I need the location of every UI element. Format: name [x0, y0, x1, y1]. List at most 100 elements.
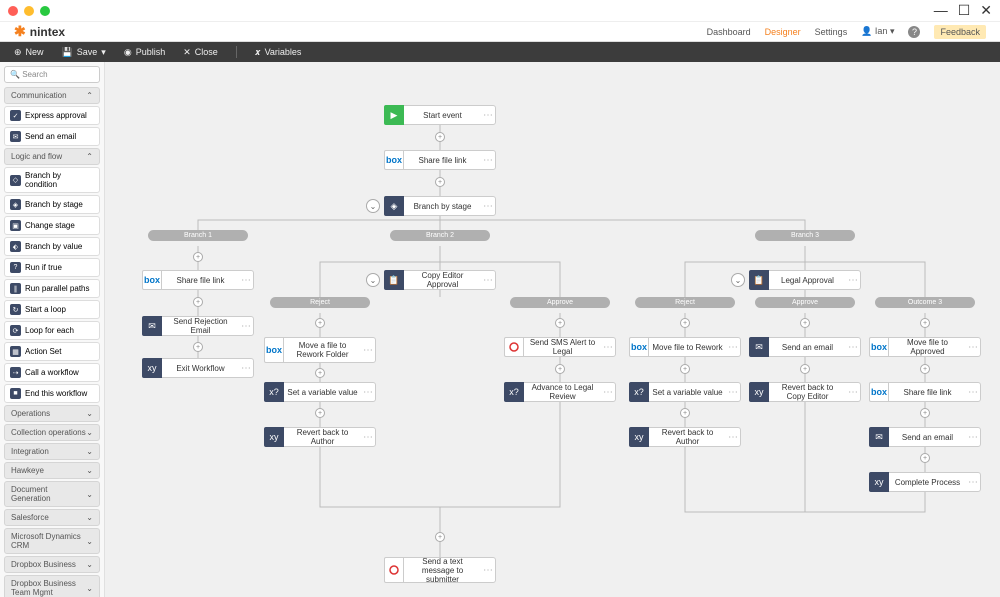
action-end-workflow[interactable]: ■End this workflow [4, 384, 100, 403]
nav-dashboard[interactable]: Dashboard [707, 27, 751, 37]
action-branch-stage[interactable]: ◈Branch by stage [4, 195, 100, 214]
connector-dot[interactable]: + [800, 364, 810, 374]
node-advance-legal[interactable]: x?Advance to Legal Review⋯ [504, 382, 616, 402]
action-change-stage[interactable]: ▣Change stage [4, 216, 100, 235]
node-share-link-b1[interactable]: boxShare file link⋯ [142, 270, 254, 290]
node-exit-workflow[interactable]: xyExit Workflow⋯ [142, 358, 254, 378]
branch-approve[interactable]: Approve [510, 297, 610, 308]
category-docgen[interactable]: Document Generation⌄ [4, 481, 100, 507]
drag-icon[interactable]: ⋯ [846, 275, 860, 286]
node-set-var2[interactable]: x?Set a variable value⋯ [629, 382, 741, 402]
connector-dot[interactable]: + [315, 368, 325, 378]
close-traffic-icon[interactable] [8, 6, 18, 16]
connector-dot[interactable]: + [193, 297, 203, 307]
category-integration[interactable]: Integration⌄ [4, 443, 100, 460]
drag-icon[interactable]: ⋯ [966, 387, 980, 398]
node-copy-editor[interactable]: 📋Copy Editor Approval⋯ [384, 270, 496, 290]
connector-dot[interactable]: + [920, 408, 930, 418]
node-rejection-email[interactable]: ✉Send Rejection Email⋯ [142, 316, 254, 336]
action-loop-each[interactable]: ⟳Loop for each [4, 321, 100, 340]
drag-icon[interactable]: ⋯ [481, 110, 495, 121]
connector-dot[interactable]: + [680, 318, 690, 328]
category-msdyn[interactable]: Microsoft Dynamics CRM⌄ [4, 528, 100, 554]
category-hawkeye[interactable]: Hawkeye⌄ [4, 462, 100, 479]
drag-icon[interactable]: ⋯ [481, 275, 495, 286]
drag-icon[interactable]: ⋯ [601, 342, 615, 353]
node-set-var[interactable]: x?Set a variable value⋯ [264, 382, 376, 402]
branch-reject-2[interactable]: Reject [635, 297, 735, 308]
category-operations[interactable]: Operations⌄ [4, 405, 100, 422]
branch-approve-2[interactable]: Approve [755, 297, 855, 308]
drag-icon[interactable]: ⋯ [239, 275, 253, 286]
node-share-link2[interactable]: boxShare file link⋯ [869, 382, 981, 402]
node-share-link[interactable]: boxShare file link⋯ [384, 150, 496, 170]
drag-icon[interactable]: ⋯ [361, 345, 375, 356]
drag-icon[interactable]: ⋯ [726, 342, 740, 353]
connector-dot[interactable]: + [555, 318, 565, 328]
connector-dot[interactable]: + [920, 364, 930, 374]
drag-icon[interactable]: ⋯ [239, 363, 253, 374]
branch-reject[interactable]: Reject [270, 297, 370, 308]
search-input[interactable]: 🔍 Search [4, 66, 100, 83]
minimize-icon[interactable]: — [934, 2, 948, 19]
connector-dot[interactable]: + [435, 177, 445, 187]
node-revert-author2[interactable]: xyRevert back to Author⋯ [629, 427, 741, 447]
category-logic[interactable]: Logic and flow⌃ [4, 148, 100, 165]
drag-icon[interactable]: ⋯ [846, 387, 860, 398]
drag-icon[interactable]: ⋯ [726, 387, 740, 398]
drag-icon[interactable]: ⋯ [239, 321, 253, 332]
action-run-parallel[interactable]: ∥Run parallel paths [4, 279, 100, 298]
nav-settings[interactable]: Settings [815, 27, 848, 37]
drag-icon[interactable]: ⋯ [361, 387, 375, 398]
node-send-email2[interactable]: ✉Send an email⋯ [749, 337, 861, 357]
action-run-if-true[interactable]: ?Run if true [4, 258, 100, 277]
drag-icon[interactable]: ⋯ [726, 432, 740, 443]
drag-icon[interactable]: ⋯ [966, 477, 980, 488]
action-branch-value[interactable]: ⬖Branch by value [4, 237, 100, 256]
connector-dot[interactable]: + [193, 342, 203, 352]
action-action-set[interactable]: ▦Action Set [4, 342, 100, 361]
connector-dot[interactable]: + [435, 532, 445, 542]
connector-dot[interactable]: + [435, 132, 445, 142]
collapse-toggle[interactable]: ⌄ [731, 273, 745, 287]
collapse-toggle[interactable]: ⌄ [366, 199, 380, 213]
node-branch-stage[interactable]: ◈Branch by stage⋯ [384, 196, 496, 216]
category-communication[interactable]: Communication⌃ [4, 87, 100, 104]
close-icon[interactable]: ✕ [980, 2, 992, 19]
drag-icon[interactable]: ⋯ [601, 387, 615, 398]
save-button[interactable]: 💾 Save ▾ [62, 47, 106, 58]
branch-label-1[interactable]: Branch 1 [148, 230, 248, 241]
node-revert-author[interactable]: xyRevert back to Author⋯ [264, 427, 376, 447]
node-start-event[interactable]: ▶Start event⋯ [384, 105, 496, 125]
drag-icon[interactable]: ⋯ [846, 342, 860, 353]
workflow-canvas[interactable]: ▶Start event⋯ + boxShare file link⋯ + ⌄ … [105, 62, 1000, 597]
category-salesforce[interactable]: Salesforce⌄ [4, 509, 100, 526]
drag-icon[interactable]: ⋯ [966, 432, 980, 443]
category-dropbox-team[interactable]: Dropbox Business Team Mgmt⌄ [4, 575, 100, 597]
node-send-email3[interactable]: ✉Send an email⋯ [869, 427, 981, 447]
minimize-traffic-icon[interactable] [24, 6, 34, 16]
connector-dot[interactable]: + [920, 453, 930, 463]
new-button[interactable]: ⊕ New [14, 47, 44, 58]
connector-dot[interactable]: + [680, 408, 690, 418]
node-move-rework2[interactable]: boxMove file to Rework⋯ [629, 337, 741, 357]
branch-outcome3[interactable]: Outcome 3 [875, 297, 975, 308]
action-send-email[interactable]: ✉Send an email [4, 127, 100, 146]
connector-dot[interactable]: + [315, 408, 325, 418]
node-revert-copy[interactable]: xyRevert back to Copy Editor⋯ [749, 382, 861, 402]
branch-label-3[interactable]: Branch 3 [755, 230, 855, 241]
category-collection[interactable]: Collection operations⌄ [4, 424, 100, 441]
branch-label-2[interactable]: Branch 2 [390, 230, 490, 241]
node-move-approved[interactable]: boxMove file to Approved⋯ [869, 337, 981, 357]
connector-dot[interactable]: + [193, 252, 203, 262]
connector-dot[interactable]: + [315, 318, 325, 328]
action-start-loop[interactable]: ↻Start a loop [4, 300, 100, 319]
drag-icon[interactable]: ⋯ [966, 342, 980, 353]
node-move-rework[interactable]: boxMove a file to Rework Folder⋯ [264, 337, 376, 363]
help-icon[interactable]: ? [908, 26, 920, 38]
drag-icon[interactable]: ⋯ [481, 565, 495, 576]
drag-icon[interactable]: ⋯ [481, 201, 495, 212]
connector-dot[interactable]: + [800, 318, 810, 328]
category-dropbox[interactable]: Dropbox Business⌄ [4, 556, 100, 573]
nav-designer[interactable]: Designer [765, 27, 801, 37]
